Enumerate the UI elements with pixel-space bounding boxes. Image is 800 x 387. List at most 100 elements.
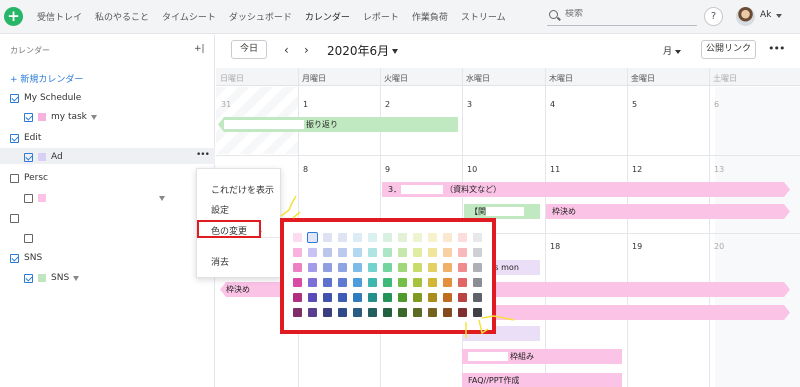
checkbox[interactable] bbox=[10, 133, 19, 143]
calendar-group-my-schedule[interactable]: My Schedule bbox=[10, 91, 81, 105]
checkbox[interactable] bbox=[10, 213, 19, 223]
calendar-item[interactable] bbox=[24, 231, 38, 245]
event-bar[interactable]: 振り返り bbox=[218, 117, 458, 132]
help-button[interactable]: ? bbox=[704, 7, 723, 26]
day-number[interactable]: 5 bbox=[632, 100, 637, 109]
color-swatch[interactable] bbox=[323, 308, 332, 317]
view-select[interactable]: 月 bbox=[663, 44, 681, 57]
calendar-item-my-task[interactable]: my task bbox=[24, 110, 97, 124]
color-swatch[interactable] bbox=[353, 308, 362, 317]
day-number[interactable]: 11 bbox=[550, 165, 560, 174]
day-number[interactable]: 12 bbox=[632, 165, 642, 174]
nav-timesheet[interactable]: タイムシート bbox=[162, 10, 216, 23]
chevron-down-icon[interactable] bbox=[776, 14, 782, 18]
day-number[interactable]: 1 bbox=[303, 100, 308, 109]
more-options-icon[interactable]: ••• bbox=[768, 42, 785, 55]
color-swatch[interactable] bbox=[458, 308, 467, 317]
color-swatch[interactable] bbox=[368, 278, 377, 287]
color-swatch[interactable] bbox=[413, 233, 422, 242]
color-swatch[interactable] bbox=[338, 308, 347, 317]
color-swatch[interactable] bbox=[323, 248, 332, 257]
color-swatch[interactable] bbox=[308, 248, 317, 257]
prev-month-icon[interactable]: ‹ bbox=[284, 43, 289, 57]
color-swatch[interactable] bbox=[383, 278, 392, 287]
color-swatch[interactable] bbox=[293, 233, 302, 242]
color-swatch[interactable] bbox=[428, 263, 437, 272]
today-button[interactable]: 今日 bbox=[231, 40, 267, 59]
nav-calendar[interactable]: カレンダー bbox=[305, 10, 350, 23]
color-swatch[interactable] bbox=[353, 293, 362, 302]
color-swatch[interactable] bbox=[353, 248, 362, 257]
color-swatch[interactable] bbox=[398, 233, 407, 242]
filter-icon[interactable] bbox=[159, 195, 165, 201]
checkbox[interactable] bbox=[24, 112, 33, 122]
day-number[interactable]: 2 bbox=[385, 100, 390, 109]
color-swatch[interactable] bbox=[293, 248, 302, 257]
color-swatch[interactable] bbox=[323, 278, 332, 287]
color-swatch[interactable] bbox=[473, 293, 482, 302]
checkbox[interactable] bbox=[24, 233, 33, 243]
color-swatch[interactable] bbox=[413, 263, 422, 272]
event-bar[interactable]: 【関 bbox=[464, 204, 540, 219]
checkbox[interactable] bbox=[24, 273, 33, 283]
color-swatch[interactable] bbox=[473, 248, 482, 257]
calendar-group-personal[interactable]: Persc bbox=[10, 171, 48, 185]
checkbox[interactable] bbox=[10, 93, 19, 103]
nav-reports[interactable]: レポート bbox=[363, 10, 399, 23]
checkbox[interactable] bbox=[10, 253, 19, 263]
color-swatch[interactable] bbox=[443, 263, 452, 272]
filter-icon[interactable] bbox=[90, 114, 97, 120]
color-swatch[interactable] bbox=[428, 293, 437, 302]
day-number[interactable]: 31 bbox=[221, 100, 231, 109]
color-swatch[interactable] bbox=[368, 263, 377, 272]
color-swatch[interactable] bbox=[368, 248, 377, 257]
color-swatch[interactable] bbox=[368, 293, 377, 302]
color-swatch[interactable] bbox=[428, 233, 437, 242]
month-title[interactable]: 2020年6月 bbox=[327, 42, 398, 59]
color-swatch[interactable] bbox=[383, 308, 392, 317]
color-swatch[interactable] bbox=[398, 248, 407, 257]
color-swatch[interactable] bbox=[428, 278, 437, 287]
color-swatch[interactable] bbox=[398, 278, 407, 287]
day-number[interactable]: 3 bbox=[467, 100, 472, 109]
new-calendar-link[interactable]: + 新規カレンダー bbox=[10, 72, 83, 85]
color-swatch[interactable] bbox=[473, 308, 482, 317]
nav-stream[interactable]: ストリーム bbox=[461, 10, 506, 23]
menu-item-settings[interactable]: 設定 bbox=[211, 203, 229, 216]
color-swatch[interactable] bbox=[338, 248, 347, 257]
filter-icon[interactable] bbox=[73, 275, 80, 281]
calendar-item[interactable] bbox=[24, 191, 165, 205]
color-swatch[interactable] bbox=[428, 248, 437, 257]
color-swatch[interactable] bbox=[383, 263, 392, 272]
color-swatch[interactable] bbox=[308, 293, 317, 302]
color-swatch[interactable] bbox=[398, 293, 407, 302]
color-swatch[interactable] bbox=[353, 233, 362, 242]
color-swatch[interactable] bbox=[293, 278, 302, 287]
color-swatch[interactable] bbox=[473, 278, 482, 287]
day-number[interactable]: 10 bbox=[467, 165, 477, 174]
event-bar[interactable] bbox=[494, 305, 790, 320]
color-swatch[interactable] bbox=[368, 233, 377, 242]
color-swatch[interactable] bbox=[338, 278, 347, 287]
color-swatch[interactable] bbox=[293, 293, 302, 302]
color-swatch[interactable] bbox=[323, 233, 332, 242]
color-swatch[interactable] bbox=[458, 278, 467, 287]
color-swatch[interactable] bbox=[308, 278, 317, 287]
color-swatch[interactable] bbox=[473, 233, 482, 242]
search-box[interactable] bbox=[547, 8, 697, 26]
public-link-button[interactable]: 公開リンク bbox=[701, 40, 756, 59]
color-swatch[interactable] bbox=[398, 308, 407, 317]
calendar-item-sns[interactable]: SNS bbox=[24, 271, 80, 285]
color-swatch[interactable] bbox=[413, 278, 422, 287]
calendar-group[interactable] bbox=[10, 211, 24, 225]
color-swatch[interactable] bbox=[308, 308, 317, 317]
color-swatch[interactable] bbox=[443, 233, 452, 242]
color-swatch[interactable] bbox=[368, 308, 377, 317]
color-swatch[interactable] bbox=[398, 263, 407, 272]
color-swatch[interactable] bbox=[383, 233, 392, 242]
color-swatch[interactable] bbox=[353, 278, 362, 287]
day-number[interactable]: 4 bbox=[550, 100, 555, 109]
menu-item-show-only-this[interactable]: これだけを表示 bbox=[211, 183, 274, 196]
color-swatch[interactable] bbox=[458, 293, 467, 302]
color-swatch[interactable] bbox=[443, 293, 452, 302]
